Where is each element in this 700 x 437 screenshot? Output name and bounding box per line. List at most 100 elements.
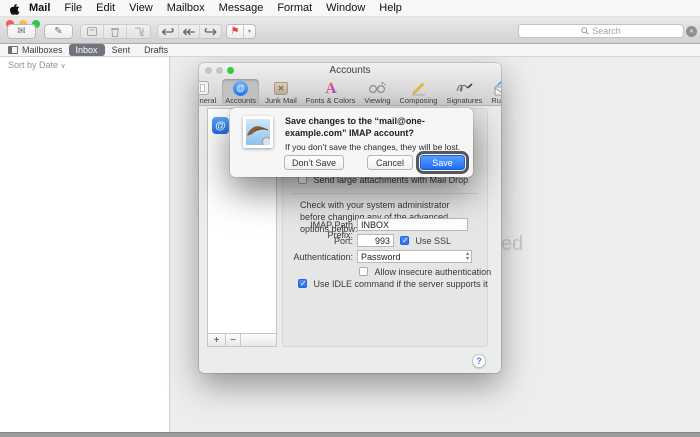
insecure-auth-checkbox[interactable] (359, 267, 368, 276)
apple-icon[interactable] (9, 2, 20, 15)
junk-mail-icon: ✕ (273, 81, 288, 95)
idle-row: Use IDLE command if the server supports … (298, 279, 488, 289)
imap-path-field[interactable]: INBOX (357, 218, 468, 231)
dialog-title: Save changes to the “mail@one-example.co… (285, 116, 425, 139)
menu-item-file[interactable]: File (57, 2, 89, 14)
use-ssl-label: Use SSL (415, 236, 452, 246)
postmark-icon (262, 137, 270, 145)
tab-label: Accounts (225, 96, 257, 105)
flag-group: ⚑ ▾ (226, 24, 256, 39)
tab-label: Rules (491, 96, 501, 105)
tab-viewing[interactable]: Viewing (361, 79, 393, 105)
reply-all-button[interactable]: ↞ (179, 24, 200, 41)
archive-trash-junk-group (80, 24, 151, 39)
tab-accounts[interactable]: @ Accounts (222, 79, 260, 105)
trash-button[interactable] (104, 25, 127, 38)
pencil-icon (411, 82, 425, 95)
flag-menu-button[interactable]: ▾ (244, 25, 255, 38)
menu-item-format[interactable]: Format (270, 2, 319, 14)
menu-item-help[interactable]: Help (372, 2, 409, 14)
envelope-icon: ✉ (17, 26, 26, 37)
use-ssl-checkbox[interactable] (400, 236, 409, 245)
stepper-icon: ▴ ▾ (465, 251, 469, 262)
clear-search-button[interactable]: ✕ (686, 26, 697, 37)
menu-item-mailbox[interactable]: Mailbox (160, 2, 212, 14)
prefs-title-bar[interactable]: Accounts (199, 63, 501, 78)
forward-button[interactable]: ↪ (200, 24, 221, 41)
authentication-label: Authentication: (293, 252, 353, 262)
sidebar-toggle-icon (8, 46, 18, 54)
glasses-icon (369, 82, 387, 94)
mail-toolbar: ✉ ✎ ↩ ↞ ↪ ⚑ ▾ Search ✕ (0, 17, 700, 44)
mailboxes-button[interactable]: Mailboxes (22, 45, 63, 55)
get-mail-button[interactable]: ✉ (7, 24, 36, 39)
tab-label: Signatures (446, 96, 483, 105)
no-message-selected-partial-text: ed (501, 233, 524, 255)
accounts-at-icon: @ (233, 80, 249, 96)
chevron-down-icon: ▾ (247, 29, 251, 35)
reply-all-icon: ↞ (182, 23, 196, 41)
menu-bar: Mail File Edit View Mailbox Message Form… (0, 0, 700, 17)
tab-signatures[interactable]: Signatures (443, 79, 485, 105)
idle-checkbox[interactable] (298, 279, 307, 288)
imap-account-icon[interactable]: @ (212, 117, 229, 134)
idle-label: Use IDLE command if the server supports … (313, 279, 488, 289)
search-input[interactable]: Search (518, 24, 684, 38)
rules-envelope-icon (494, 80, 501, 95)
tab-label: Composing (399, 96, 438, 105)
reply-icon: ↩ (161, 23, 175, 41)
tab-fonts-colors[interactable]: A Fonts & Colors (303, 79, 359, 105)
cancel-button[interactable]: Cancel (367, 155, 413, 170)
flag-button[interactable]: ⚑ (227, 25, 244, 38)
insecure-auth-label: Allow insecure authentication (374, 267, 492, 277)
authentication-select[interactable]: Password ▴ ▾ (357, 250, 472, 263)
compose-icon: ✎ (54, 26, 63, 37)
tab-label: Fonts & Colors (305, 96, 356, 105)
compose-button[interactable]: ✎ (44, 24, 73, 39)
port-label: Port: (333, 236, 353, 246)
tab-general[interactable]: General (199, 79, 219, 105)
thumbs-down-icon (134, 27, 144, 37)
junk-button[interactable] (127, 25, 150, 38)
x-icon: ✕ (688, 29, 695, 35)
menu-item-message[interactable]: Message (212, 2, 271, 14)
tab-label: General (199, 96, 217, 105)
search-icon (581, 27, 589, 35)
trash-icon (111, 27, 119, 37)
tab-sent[interactable]: Sent (105, 45, 138, 55)
menu-item-mail[interactable]: Mail (23, 2, 57, 14)
port-value: 993 (374, 235, 390, 246)
menu-item-window[interactable]: Window (319, 2, 372, 14)
archive-icon (87, 27, 97, 36)
archive-button[interactable] (81, 25, 104, 38)
flag-icon: ⚑ (230, 26, 240, 37)
dont-save-button[interactable]: Don’t Save (284, 155, 344, 170)
insecure-auth-row: Allow insecure authentication (359, 267, 491, 277)
port-field[interactable]: 993 (357, 234, 394, 247)
tab-drafts[interactable]: Drafts (137, 45, 175, 55)
add-account-button[interactable]: + (208, 334, 226, 346)
tab-inbox[interactable]: Inbox (68, 44, 105, 56)
sort-by-date-control[interactable]: Sort by Date ∨ (8, 60, 66, 70)
fonts-colors-icon: A (324, 81, 337, 96)
menu-item-view[interactable]: View (122, 2, 160, 14)
desktop-strip (0, 432, 700, 437)
remove-account-button[interactable]: − (226, 334, 241, 346)
forward-icon: ↪ (203, 23, 218, 41)
save-changes-dialog: Save changes to the “mail@one-example.co… (230, 108, 473, 177)
favorites-bar: Mailboxes Inbox Sent Drafts (0, 44, 700, 57)
reply-button[interactable]: ↩ (158, 24, 179, 41)
save-button[interactable]: Save (416, 151, 469, 174)
account-list-footer: + − (208, 333, 276, 346)
menu-item-edit[interactable]: Edit (89, 2, 122, 14)
divider (292, 193, 478, 194)
tab-rules[interactable]: Rules (488, 79, 501, 105)
help-button[interactable]: ? (472, 354, 486, 368)
chevron-down-icon: ∨ (60, 63, 66, 70)
window-title: Accounts (329, 65, 371, 76)
tab-junk-mail[interactable]: ✕ Junk Mail (262, 79, 300, 105)
mail-app-icon (243, 116, 273, 148)
tab-composing[interactable]: Composing (397, 79, 441, 105)
authentication-value: Password (361, 251, 401, 262)
sort-label: Sort by Date (8, 60, 59, 70)
